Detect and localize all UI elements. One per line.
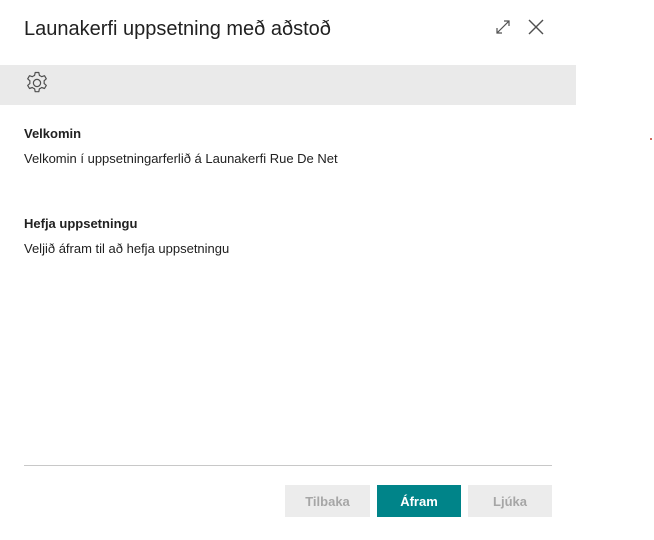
- start-setup-heading: Hefja uppsetningu: [24, 216, 138, 231]
- close-button[interactable]: [524, 17, 548, 41]
- next-button[interactable]: Áfram: [377, 485, 461, 517]
- close-icon: [527, 18, 545, 41]
- finish-button[interactable]: Ljúka: [468, 485, 552, 517]
- start-setup-text: Veljið áfram til að hefja uppsetningu: [24, 241, 230, 256]
- back-button[interactable]: Tilbaka: [285, 485, 370, 517]
- dialog-title: Launakerfi uppsetning með aðstoð: [24, 18, 331, 40]
- settings-button[interactable]: [24, 70, 50, 101]
- dialog-toolbar: [0, 65, 576, 105]
- background-dot: [650, 138, 652, 140]
- setup-wizard-dialog: Launakerfi uppsetning með aðstoð Velkomi…: [0, 0, 576, 540]
- gear-icon: [24, 70, 50, 101]
- footer-divider: [24, 465, 552, 466]
- expand-icon: [494, 18, 512, 41]
- welcome-text: Velkomin í uppsetningarferlið á Launaker…: [24, 151, 338, 166]
- welcome-heading: Velkomin: [24, 126, 82, 141]
- expand-button[interactable]: [491, 17, 515, 41]
